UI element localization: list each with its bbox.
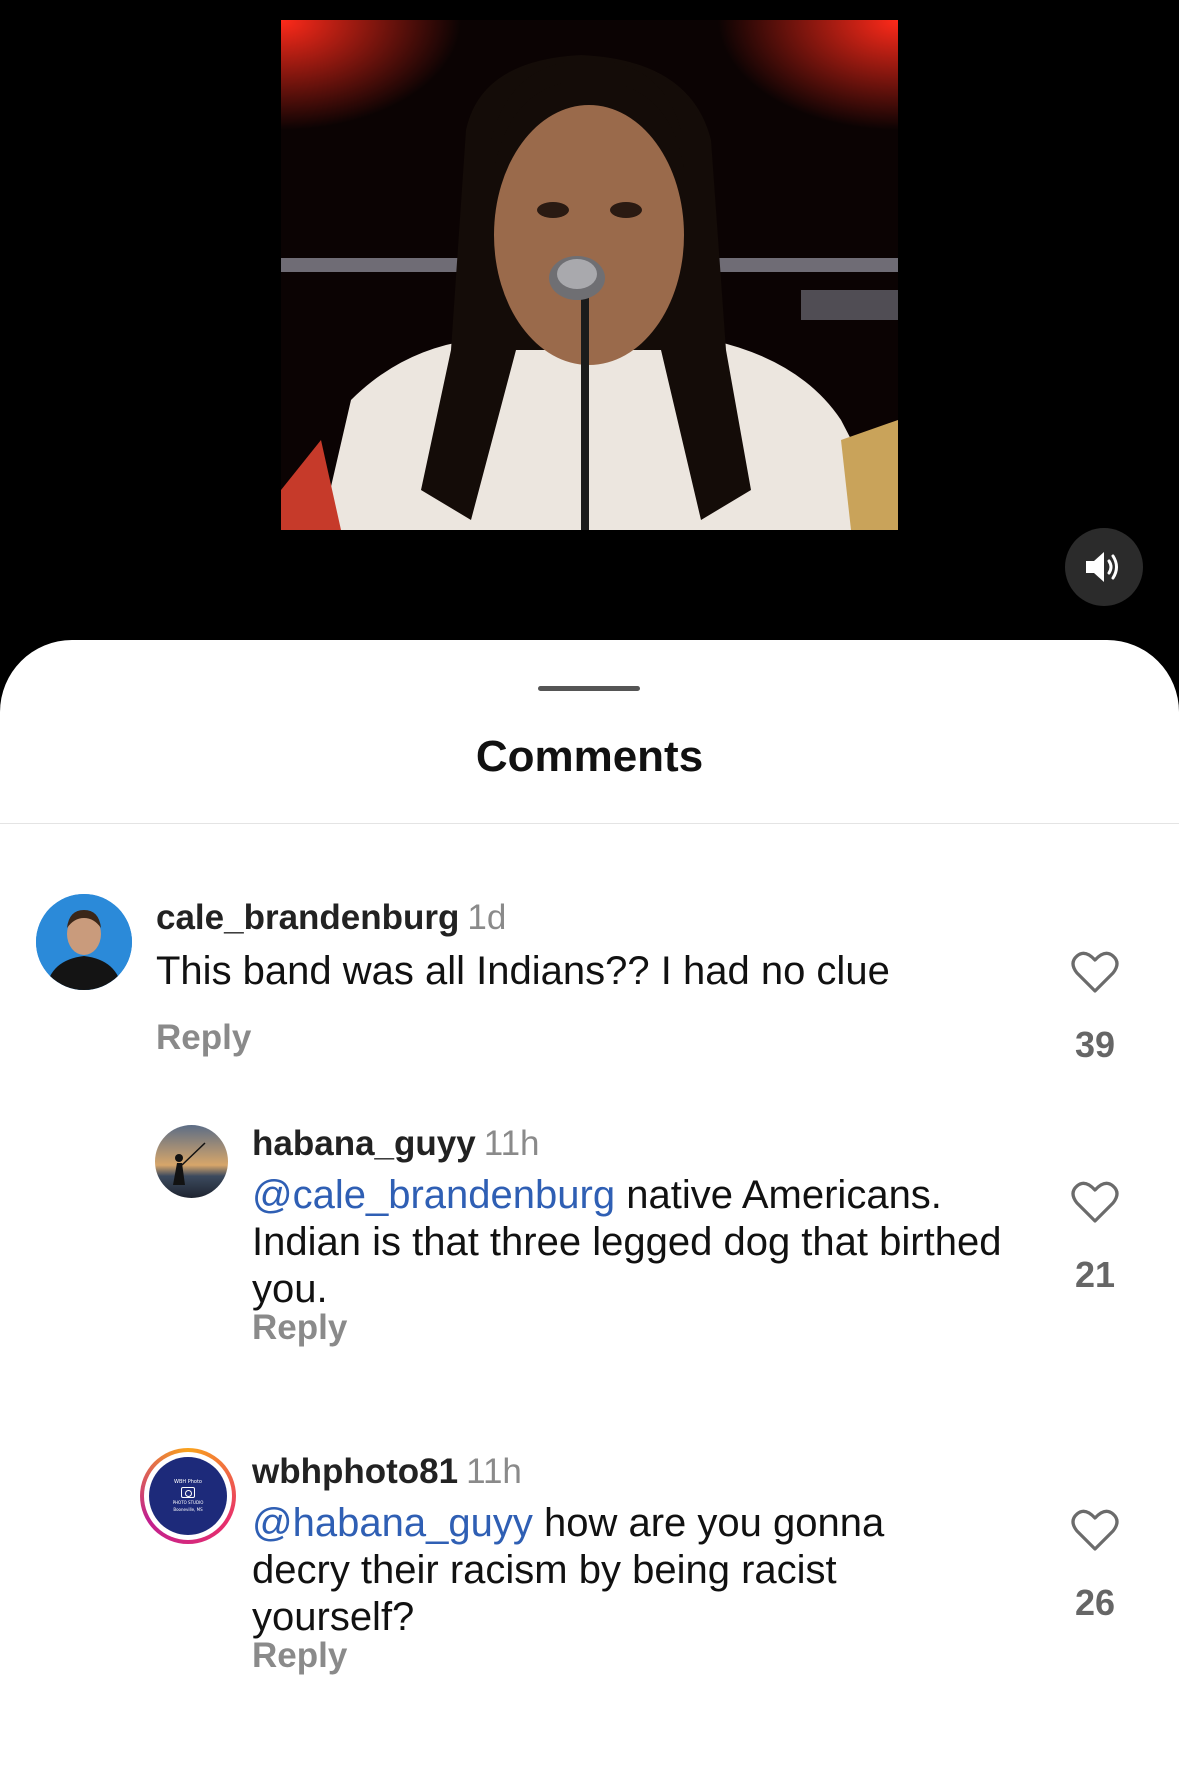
header-divider — [0, 823, 1179, 824]
like-count: 26 — [1074, 1582, 1116, 1623]
mention-link[interactable]: @cale_brandenburg — [252, 1173, 615, 1217]
comment-timestamp: 1d — [467, 898, 507, 937]
mute-button[interactable] — [1065, 528, 1143, 606]
camera-icon — [181, 1487, 195, 1498]
like-button[interactable] — [1071, 1508, 1119, 1557]
reply-button[interactable]: Reply — [252, 1308, 347, 1348]
heart-icon — [1071, 1509, 1119, 1551]
heart-icon — [1071, 951, 1119, 993]
like-count: 39 — [1074, 1024, 1116, 1065]
video-still-image — [281, 20, 898, 530]
sheet-grabber-handle[interactable] — [538, 686, 640, 691]
comment-username[interactable]: wbhphoto81 — [252, 1452, 458, 1491]
reply-button[interactable]: Reply — [252, 1636, 347, 1676]
like-button[interactable] — [1071, 1180, 1119, 1229]
photo-studio-logo: WBH Photo PHOTO STUDIO Booneville, MS — [149, 1457, 227, 1535]
comment-text: @cale_brandenburg native Americans. Indi… — [252, 1172, 1022, 1313]
mention-link[interactable]: @habana_guyy — [252, 1501, 533, 1545]
comment-username[interactable]: cale_brandenburg — [156, 898, 459, 937]
avatar[interactable] — [155, 1125, 228, 1198]
speaker-icon — [1086, 552, 1118, 582]
avatar[interactable] — [36, 894, 132, 990]
video-frame[interactable] — [281, 20, 898, 530]
video-player[interactable] — [0, 0, 1179, 640]
user-photo — [155, 1125, 228, 1198]
heart-icon — [1071, 1181, 1119, 1223]
like-count: 21 — [1074, 1254, 1116, 1295]
sheet-title: Comments — [475, 732, 704, 781]
user-photo — [36, 894, 132, 990]
avatar-with-story-ring[interactable]: WBH Photo PHOTO STUDIO Booneville, MS — [140, 1448, 236, 1544]
comment-text: @habana_guyy how are you gonna decry the… — [252, 1500, 952, 1641]
comment-username[interactable]: habana_guyy — [252, 1124, 476, 1163]
comments-sheet: Comments cale_brandenburg 1d This band wa… — [0, 640, 1179, 1778]
comment-timestamp: 11h — [466, 1452, 522, 1491]
reply-button[interactable]: Reply — [156, 1018, 251, 1058]
comment-text: This band was all Indians?? I had no clu… — [156, 949, 890, 993]
comment-timestamp: 11h — [483, 1124, 540, 1163]
like-button[interactable] — [1071, 950, 1119, 999]
